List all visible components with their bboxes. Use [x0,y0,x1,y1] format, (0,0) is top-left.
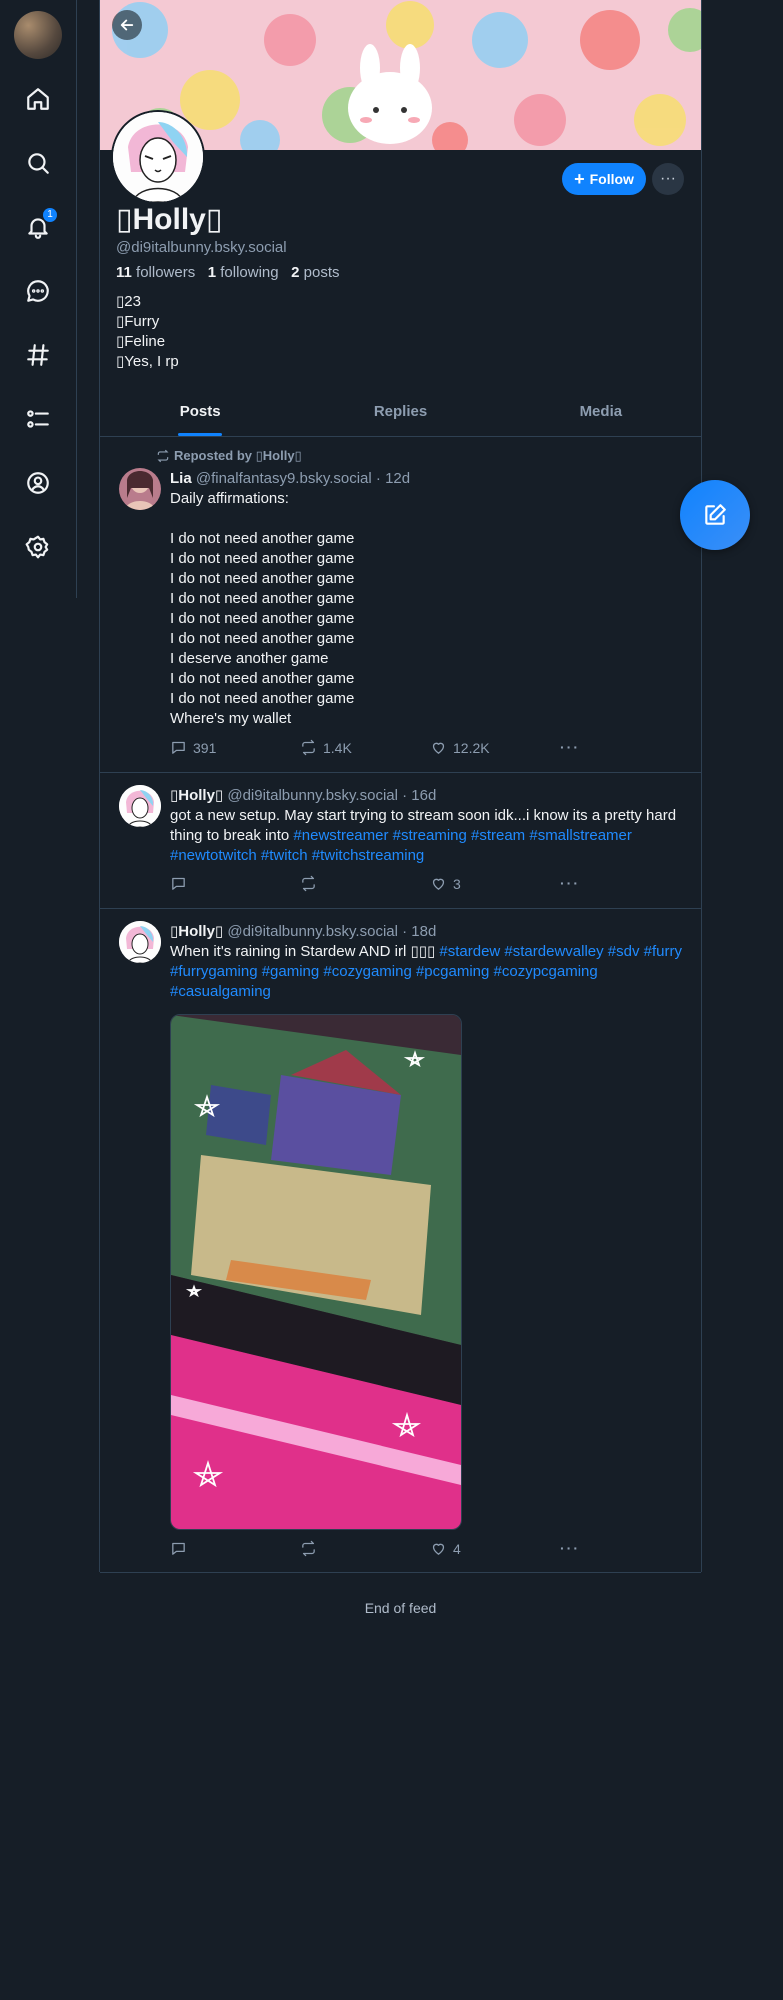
my-avatar[interactable] [14,11,62,59]
repost-button[interactable] [300,1540,323,1557]
bio-line: ▯23 [116,293,141,310]
ellipsis-icon: ··· [560,875,580,891]
like-button[interactable]: 12.2K [430,739,490,756]
more-options-button[interactable]: ··· [652,163,684,195]
post-content: ▯Holly▯ @di9italbunny.bsky.social · 18d … [170,922,685,1002]
plus-icon: + [574,169,585,189]
post-author-line: Lia @finalfantasy9.bsky.social · 12d [170,469,685,489]
author-name[interactable]: ▯Holly▯ [170,787,223,804]
author-name[interactable]: Lia [170,470,192,487]
bio-line: ▯Furry [116,313,160,330]
end-of-feed: End of feed [364,1600,437,1616]
post-more-button[interactable]: ··· [560,875,580,891]
post-text: When it's raining in Stardew AND irl ▯▯▯… [170,943,687,1000]
settings-icon[interactable] [23,532,53,562]
repost-icon [157,449,169,463]
compose-button[interactable] [680,480,750,550]
heart-icon [432,878,445,890]
notifications-badge: 1 [43,208,57,222]
like-button[interactable]: 3 [430,875,461,892]
author-avatar[interactable] [119,785,161,827]
chat-icon[interactable] [23,276,53,306]
ellipsis-icon: ··· [560,739,580,755]
profile-avatar[interactable] [111,110,205,204]
ellipsis-icon: ··· [560,1540,580,1556]
repost-button[interactable] [300,875,323,892]
post-content: Lia @finalfantasy9.bsky.social · 12d Dai… [170,469,685,729]
post-text: Daily affirmations: I do not need anothe… [170,490,355,727]
reply-button[interactable]: 391 [170,739,216,756]
post-age: · 18d [402,923,437,940]
author-avatar[interactable] [119,468,161,510]
bell-icon[interactable]: 1 [23,208,57,242]
repost-icon [302,739,315,756]
tab-posts[interactable]: Posts [100,392,300,436]
profile-tabs: Posts Replies Media [100,392,701,437]
author-avatar[interactable] [119,921,161,963]
arrow-left-icon [120,19,134,31]
post-author-line: ▯Holly▯ @di9italbunny.bsky.social · 16d [170,786,685,806]
profile-bio: ▯23 ▯Furry ▯Feline ▯Yes, I rp [116,292,179,372]
heart-icon [432,742,445,754]
hash-icon[interactable] [23,340,53,370]
followers-link[interactable]: 11 followers [116,264,195,281]
post-age: · 12d [375,470,411,487]
compose-icon [705,504,726,525]
ellipsis-icon: ··· [660,170,676,187]
post-more-button[interactable]: ··· [560,739,580,755]
post-text: got a new setup. May start trying to str… [170,807,681,864]
reply-icon [172,1542,185,1555]
author-handle[interactable]: @di9italbunny.bsky.social [227,923,398,940]
repost-icon [302,875,315,892]
author-handle[interactable]: @di9italbunny.bsky.social [227,787,398,804]
main-column: + Follow ··· ▯Holly▯ @di9italbunny.bsky.… [99,0,702,1616]
post-image[interactable] [170,1014,462,1530]
bio-line: ▯Feline [116,333,166,350]
post-age: · 16d [402,787,437,804]
left-nav-rail: 1 [0,0,77,598]
like-button[interactable]: 4 [430,1540,461,1557]
author-handle[interactable]: @finalfantasy9.bsky.social [196,470,372,487]
search-icon[interactable] [23,148,53,178]
post-more-button[interactable]: ··· [560,1540,580,1556]
follow-button[interactable]: + Follow [562,163,646,195]
list-icon[interactable] [23,404,53,434]
post-content: ▯Holly▯ @di9italbunny.bsky.social · 16d … [170,786,685,866]
reply-icon [172,877,185,890]
repost-indicator: Reposted by ▯Holly▯ [156,448,302,464]
profile-handle: @di9italbunny.bsky.social [116,239,287,256]
reply-icon [172,741,185,754]
home-icon[interactable] [23,84,53,114]
reply-button[interactable] [170,875,193,892]
profile-icon[interactable] [23,468,53,498]
tab-replies[interactable]: Replies [300,392,500,436]
profile-stats: 11 followers 1 following 2 posts [116,264,340,281]
reply-button[interactable] [170,1540,193,1557]
repost-button[interactable]: 1.4K [300,739,352,756]
bio-line: ▯Yes, I rp [116,353,179,370]
follow-label: Follow [589,171,634,187]
following-link[interactable]: 1 following [208,264,279,281]
back-button[interactable] [112,10,142,40]
author-name[interactable]: ▯Holly▯ [170,923,223,940]
posts-count: 2 posts [291,264,340,281]
heart-icon [432,1543,445,1555]
tab-media[interactable]: Media [501,392,701,436]
profile-name: ▯Holly▯ [116,203,223,236]
post-author-line: ▯Holly▯ @di9italbunny.bsky.social · 18d [170,922,685,942]
repost-icon [302,1540,315,1557]
